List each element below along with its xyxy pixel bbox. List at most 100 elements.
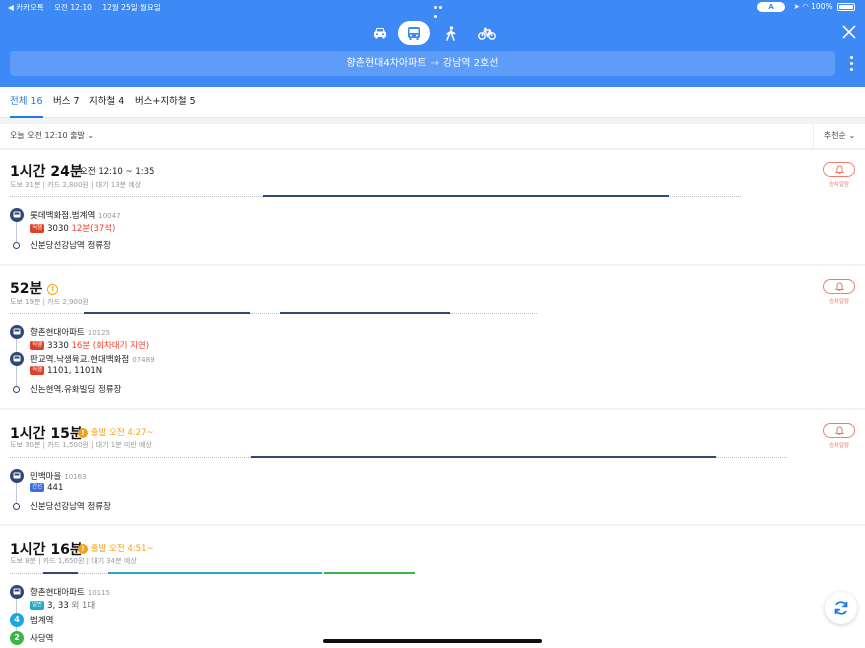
route-card[interactable]: 1시간 15분 ! 출발 오전 4:27~ 도보 30분 | 카드 1,500원… xyxy=(0,410,865,524)
battery-label: 100% xyxy=(811,2,833,11)
bus-number: 441 xyxy=(47,483,64,493)
stop-name: 롯데백화점.범계역 xyxy=(30,211,96,221)
status-time: 오전 12:10 xyxy=(54,3,92,12)
departure-time-label: 오늘 오전 12:10 출발 xyxy=(10,131,85,140)
bus-segment xyxy=(280,312,450,314)
stop-id: 07489 xyxy=(132,356,155,364)
route-arrow: → xyxy=(430,58,439,69)
more-buses: 외 1대 xyxy=(71,601,96,611)
bus-stop-icon xyxy=(10,325,24,339)
status-bar: ◀ 카카오톡 오전 12:10 12월 25일 월요일 A ➤ ◠ 100% xyxy=(8,2,855,18)
bus-number: 3, 33 xyxy=(47,601,69,611)
boarding-alarm-button[interactable]: 승차알람 xyxy=(823,279,855,305)
chevron-down-icon: ⌄ xyxy=(848,131,856,140)
bus-type-badge: 직행 xyxy=(30,224,45,233)
arrival-info: 16분 (회차대기 지연) xyxy=(71,341,150,351)
route-duration: 1시간 24분 xyxy=(10,164,83,180)
alarm-label: 승차알람 xyxy=(828,299,850,305)
stop-dot-icon xyxy=(13,386,20,393)
bus-info[interactable]: 일반 3, 33 외 1대 xyxy=(30,599,95,611)
subway-station[interactable]: 범계역 xyxy=(30,614,53,626)
header: ◀ 카카오톡 오전 12:10 12월 25일 월요일 A ➤ ◠ 100% 향… xyxy=(0,0,865,87)
stop-id: 10115 xyxy=(87,589,111,597)
subway-line2-segment xyxy=(324,572,415,574)
origin-label: 향촌현대4차아파트 xyxy=(346,58,427,69)
stop-name: 민백마을 xyxy=(30,472,62,482)
departure-notice: ! 출발 오전 4:27~ xyxy=(78,426,154,438)
walk-icon xyxy=(446,25,456,41)
sort-bar: 오늘 오전 12:10 출발 ⌄ 추천순 ⌄ xyxy=(0,124,865,149)
subway-station[interactable]: 사당역 xyxy=(30,632,53,644)
stop-id: 10163 xyxy=(64,473,87,481)
boarding-alarm-button[interactable]: 승차알람 xyxy=(823,423,855,449)
route-meta: 도보 19분 | 카드 2,900원 xyxy=(10,298,89,306)
subway-line-2-icon: 2 xyxy=(10,631,24,645)
route-meta: 도보 30분 | 카드 1,500원 | 대기 1분 미만 예상 xyxy=(10,441,152,449)
tab-bus-subway[interactable]: 버스+지하철 5 xyxy=(135,87,196,118)
subway-line-4-icon: 4 xyxy=(10,613,24,627)
bell-icon xyxy=(834,281,844,291)
car-icon xyxy=(374,28,386,39)
transport-mode-selector xyxy=(364,21,504,45)
arrival-info: 12분(37석) xyxy=(71,224,116,234)
walk-mode-button[interactable] xyxy=(435,21,467,45)
warning-icon: ! xyxy=(47,283,59,295)
departure-notice: ! 출발 오전 4:51~ xyxy=(78,542,154,554)
boarding-alarm-button[interactable]: 승차알람 xyxy=(823,162,855,188)
route-card[interactable]: 1시간 24분 오전 12:10 ~ 1:35 도보 31분 | 카드 2,80… xyxy=(0,150,865,264)
refresh-icon xyxy=(834,601,848,615)
bus-info[interactable]: 직행 3330 16분 (회차대기 지연) xyxy=(30,339,149,351)
route-duration-text: 52분 xyxy=(10,281,43,297)
route-summary-bar[interactable]: 향촌현대4차아파트 → 강남역 2호선 xyxy=(10,51,835,76)
bus-info[interactable]: 간선 441 xyxy=(30,483,63,493)
destination-label: 강남역 2호선 xyxy=(442,58,499,69)
location-icon: ➤ xyxy=(793,2,800,11)
bus-info[interactable]: 직행 3030 12분(37석) xyxy=(30,222,115,234)
refresh-button[interactable] xyxy=(825,592,857,624)
wifi-icon: ◠ xyxy=(802,2,809,11)
bus-type-badge: 직행 xyxy=(30,366,45,375)
bus-number: 3030 xyxy=(47,224,69,234)
bus-type-badge: 간선 xyxy=(30,483,45,492)
stop-id: 10047 xyxy=(98,212,121,220)
route-card[interactable]: 1시간 16분 ! 출발 오전 4:51~ 도보 8분 | 카드 1,650원 … xyxy=(0,526,865,648)
stop-name: 판교역.낙생육교.현대백화점 xyxy=(30,355,130,365)
sort-order-selector[interactable]: 추천순 ⌄ xyxy=(813,124,865,148)
bell-icon xyxy=(834,164,844,174)
departure-time-selector[interactable]: 오늘 오전 12:10 출발 ⌄ xyxy=(10,124,94,148)
bus-number: 3330 xyxy=(47,341,69,351)
alarm-label: 승차알람 xyxy=(828,182,850,188)
bus-info[interactable]: 직행 1101, 1101N xyxy=(30,366,102,376)
tab-all[interactable]: 전체 16 xyxy=(10,87,43,118)
departure-time: 출발 오전 4:27~ xyxy=(90,428,154,438)
route-time-range: 오전 12:10 ~ 1:35 xyxy=(80,167,155,177)
chevron-down-icon: ⌄ xyxy=(87,131,95,140)
bike-mode-button[interactable] xyxy=(471,21,503,45)
home-indicator[interactable] xyxy=(323,639,542,643)
route-card[interactable]: 52분 ! 도보 19분 | 카드 2,900원 승차알람 향촌현대아파트 101… xyxy=(0,266,865,408)
route-type-tabs: 전체 16 버스 7 지하철 4 버스+지하철 5 xyxy=(0,87,865,118)
bike-icon xyxy=(478,27,496,40)
back-to-app-link[interactable]: ◀ 카카오톡 xyxy=(8,3,44,12)
close-button[interactable] xyxy=(841,24,857,40)
warning-icon: ! xyxy=(78,543,88,554)
route-duration: 52분 ! xyxy=(10,278,59,298)
route-connector xyxy=(16,482,17,504)
bell-icon xyxy=(834,425,844,435)
more-options-icon[interactable] xyxy=(849,56,853,72)
stop-dot-icon xyxy=(13,242,20,249)
tab-bus[interactable]: 버스 7 xyxy=(53,87,80,118)
car-mode-button[interactable] xyxy=(364,21,396,45)
transit-mode-button[interactable] xyxy=(398,21,430,45)
subway-line4-segment xyxy=(108,572,322,574)
stop-id: 10125 xyxy=(87,329,111,337)
bus-stop-icon xyxy=(10,469,24,483)
bus-icon xyxy=(408,26,420,40)
multitask-dots-icon[interactable] xyxy=(434,6,448,18)
tab-subway[interactable]: 지하철 4 xyxy=(89,87,124,118)
close-icon xyxy=(842,25,856,39)
bus-segment xyxy=(251,456,716,458)
bus-stop-icon xyxy=(10,352,24,366)
stop-name: 향촌현대아파트 xyxy=(30,588,85,598)
stop-name: 신논현역.유화빌딩 정류장 xyxy=(30,385,122,395)
